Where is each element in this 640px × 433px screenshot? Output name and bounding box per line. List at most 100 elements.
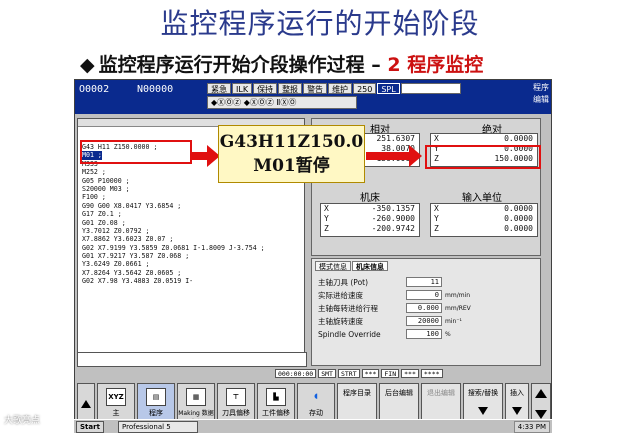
mode-caption-program: 程序 bbox=[533, 83, 549, 92]
input-unit-coords: X 0.0000 Y 0.0000 Z 0.0000 bbox=[430, 203, 538, 237]
code-line[interactable]: F100 ; bbox=[82, 193, 302, 201]
watermark: 大歌亮点 bbox=[4, 416, 41, 426]
softkey-exit-edit[interactable]: 退出编辑 bbox=[421, 383, 461, 423]
code-line[interactable]: G17 Z0.1 ; bbox=[82, 210, 302, 218]
tab-machine-info[interactable]: 机床信息 bbox=[352, 261, 388, 271]
axis-icon-row: ◆ⓍⓄⓏ ◆ⓍⓄⓏ ⅡⓍⓄ bbox=[207, 96, 357, 109]
code-line[interactable]: X7.8264 Y3.5642 Z0.0605 ; bbox=[82, 269, 302, 277]
code-line[interactable]: G01 Z0.08 ; bbox=[82, 219, 302, 227]
absolute-z-highlight-box bbox=[425, 145, 541, 169]
menu-left-button[interactable] bbox=[77, 383, 95, 423]
code-line-text: G05 P10000 ; bbox=[82, 176, 130, 185]
code-line[interactable]: G02 X7.9199 Y3.5859 Z0.0681 I-1.8009 J-3… bbox=[82, 244, 302, 252]
status-alarm: 整报 bbox=[278, 83, 303, 94]
axis-y-label: Y bbox=[434, 214, 439, 223]
code-line-text: X7.8862 Y3.6023 Z0.07 ; bbox=[82, 235, 174, 244]
menu-scroll-button[interactable] bbox=[531, 383, 551, 423]
status-field: **** bbox=[420, 369, 443, 378]
taskbar-app-professional[interactable]: Professional 5 bbox=[118, 421, 198, 433]
info-label: 主轴旋转速度 bbox=[318, 317, 363, 326]
info-row-spindle-speed: 主轴旋转速度 20000 min⁻¹ bbox=[318, 316, 538, 327]
subtitle-text: 监控程序运行开始介段操作过程 – bbox=[98, 54, 381, 76]
code-line[interactable]: G02 X7.98 Y3.4883 Z0.0519 I- bbox=[82, 277, 302, 285]
workpiece-icon: ▙ bbox=[266, 388, 286, 406]
info-unit: min⁻¹ bbox=[445, 318, 462, 325]
status-250: 250 bbox=[353, 83, 377, 94]
status-indicators: 紧急 ILK 保持 整报 警告 维护 250 SPL bbox=[207, 83, 462, 94]
start-button[interactable]: Start bbox=[76, 421, 104, 433]
mode-caption-edit: 编辑 bbox=[533, 95, 549, 104]
softkey-making[interactable]: ▦ Making 数据中心 bbox=[177, 383, 215, 426]
code-line[interactable]: G90 G00 X8.0417 Y3.6854 ; bbox=[82, 202, 302, 210]
program-number: O0002 bbox=[79, 84, 110, 95]
axis-z-label: Z bbox=[434, 224, 439, 233]
run-time: 000:00:00 bbox=[275, 369, 317, 378]
softkey-main[interactable]: XYZ 主 bbox=[97, 383, 135, 423]
relative-x: 251.6307 bbox=[376, 134, 415, 143]
code-line-text: G17 Z0.1 ; bbox=[82, 210, 122, 219]
right-arrow-icon bbox=[366, 145, 422, 167]
softkey-label: 退出编辑 bbox=[427, 389, 455, 397]
editor-input-field[interactable] bbox=[77, 352, 307, 367]
code-line-text: G02 X7.98 Y3.4883 Z0.0519 I- bbox=[82, 277, 194, 286]
subtitle-bullet: ◆ bbox=[80, 54, 95, 76]
cycle-start-icon: ◖ bbox=[314, 392, 318, 400]
info-value: 0 bbox=[406, 290, 442, 300]
softkey-background-edit[interactable]: 后台编辑 bbox=[379, 383, 419, 423]
tool-icon: ⊤ bbox=[226, 388, 246, 406]
softkey-label: 程序目录 bbox=[343, 389, 371, 397]
code-line-text: G90 G00 X8.0417 Y3.6854 ; bbox=[82, 201, 182, 210]
machine-title: 机床 bbox=[360, 193, 380, 204]
triangle-down-icon bbox=[512, 407, 522, 415]
machine-x: -350.1357 bbox=[371, 204, 415, 213]
axis-x-label: X bbox=[324, 204, 329, 213]
softkey-label: 刀具偏移 bbox=[222, 409, 250, 417]
data-center-icon: ▦ bbox=[186, 388, 206, 406]
softkey-start[interactable]: ◖ 存动 bbox=[297, 383, 335, 423]
code-line[interactable]: Y3.7012 Z0.0792 ; bbox=[82, 227, 302, 235]
info-value: 0.000 bbox=[406, 303, 442, 313]
info-unit: mm/REV bbox=[445, 305, 471, 312]
softkey-program[interactable]: ▤ 程序 bbox=[137, 383, 175, 423]
code-line[interactable]: G01 X7.9217 Y3.587 Z0.068 ; bbox=[82, 252, 302, 260]
sequence-number: N00000 bbox=[137, 84, 174, 95]
triangle-up-icon bbox=[81, 400, 91, 408]
softkey-label: 存动 bbox=[309, 409, 323, 417]
code-line-text: F100 ; bbox=[82, 193, 106, 202]
machine-info-panel: 模式信息 机床信息 主轴刀具 (Pot) 11 实际进给速度 0 mm/min … bbox=[311, 258, 541, 366]
softkey-search-replace[interactable]: 搜索/替换 bbox=[463, 383, 503, 423]
softkey-work-offset[interactable]: ▙ 工件偏移 bbox=[257, 383, 295, 423]
input-unit-title: 输入单位 bbox=[462, 193, 502, 204]
status-fin: FIN bbox=[381, 369, 400, 378]
cnc-header: O0002 N00000 紧急 ILK 保持 整报 警告 维护 250 SPL … bbox=[75, 80, 551, 114]
info-value: 20000 bbox=[406, 316, 442, 326]
code-line-text: M252 ; bbox=[82, 168, 106, 177]
status-field: *** bbox=[401, 369, 419, 378]
code-line[interactable]: X7.8862 Y3.6023 Z0.07 ; bbox=[82, 235, 302, 243]
info-unit: % bbox=[445, 331, 451, 338]
status-strt: STRT bbox=[337, 369, 360, 378]
code-line-text: G01 X7.9217 Y3.587 Z0.068 ; bbox=[82, 252, 190, 261]
softkey-label: 工件偏移 bbox=[262, 409, 290, 417]
slide-title: 监控程序运行的开始阶段 bbox=[160, 7, 480, 40]
code-line[interactable]: Y3.6249 Z0.0661 ; bbox=[82, 260, 302, 268]
softkey-program-list[interactable]: 程序目录 bbox=[337, 383, 377, 423]
softkey-insert[interactable]: 插入 bbox=[505, 383, 529, 423]
status-warning: 警告 bbox=[303, 83, 328, 94]
softkey-label: 搜索/替换 bbox=[467, 389, 499, 397]
status-field: *** bbox=[361, 369, 380, 378]
status-maintenance: 维护 bbox=[328, 83, 353, 94]
machine-y: -260.9000 bbox=[371, 214, 415, 223]
axis-z-label: Z bbox=[324, 224, 329, 233]
softkey-tool-offset[interactable]: ⊤ 刀具偏移 bbox=[217, 383, 255, 423]
info-value: 100 bbox=[406, 329, 442, 339]
callout-box: G43H11Z150.0 M01暂停 bbox=[218, 125, 365, 183]
code-line-text: Y3.6249 Z0.0661 ; bbox=[82, 260, 150, 269]
code-line[interactable]: S20000 M03 ; bbox=[82, 185, 302, 193]
info-row-feed: 实际进给速度 0 mm/min bbox=[318, 290, 538, 301]
code-line-text: Y3.7012 Z0.0792 ; bbox=[82, 226, 150, 235]
info-label: 主轴刀具 (Pot) bbox=[318, 278, 369, 287]
softkey-label: 后台编辑 bbox=[385, 389, 413, 397]
tab-mode-info[interactable]: 模式信息 bbox=[315, 261, 351, 271]
absolute-x: 0.0000 bbox=[504, 134, 533, 143]
